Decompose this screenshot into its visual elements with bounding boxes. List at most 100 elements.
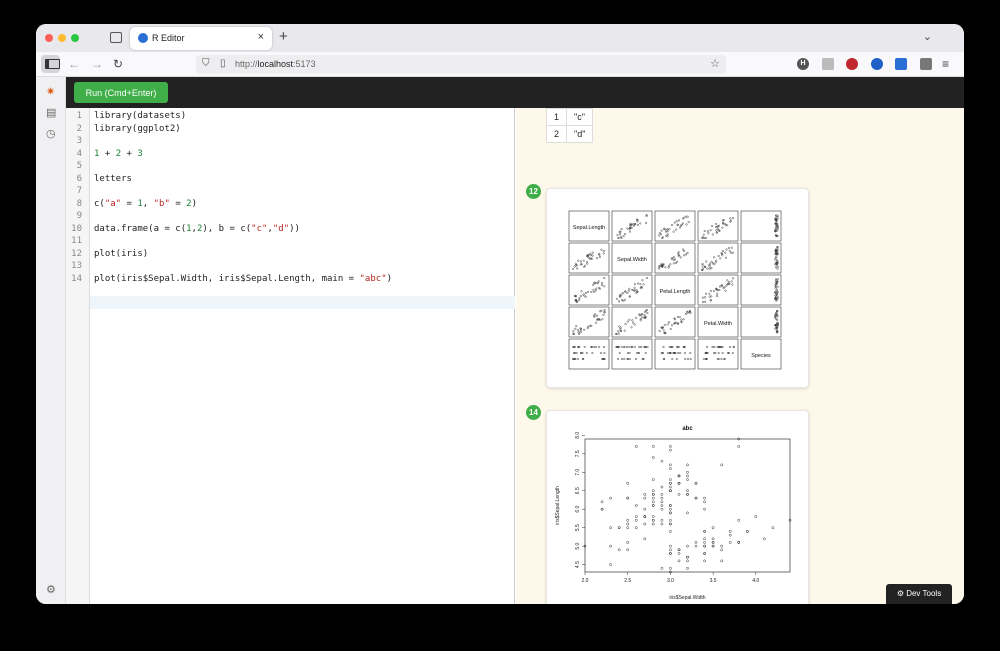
pairs-point — [617, 237, 620, 240]
scatter-point — [703, 500, 706, 504]
forward-arrow-icon[interactable]: → — [91, 57, 103, 71]
close-window-button[interactable] — [45, 34, 53, 42]
code-line[interactable]: c("a" = 1, "b" = 2) — [94, 199, 197, 211]
scatter-point — [634, 515, 638, 518]
address-bar[interactable]: ⛉ ▯ http://localhost:5173 ☆ — [196, 55, 726, 74]
activity-bar: ✷ ▤ ◷ ⚙ — [36, 77, 66, 604]
pairs-point — [677, 351, 680, 354]
menu-icon[interactable]: ≡ — [942, 57, 949, 71]
reader-icon[interactable] — [822, 58, 834, 70]
pairs-point — [709, 262, 712, 265]
pairs-point — [587, 290, 590, 293]
pairs-point — [701, 262, 704, 265]
scatter-point — [728, 530, 732, 533]
gear-icon[interactable]: ⚙ — [46, 583, 56, 596]
zoom-window-button[interactable] — [71, 34, 79, 42]
scatter-point — [703, 544, 706, 548]
pairs-point — [646, 345, 649, 348]
pairs-point — [639, 222, 642, 225]
account-h-icon[interactable]: H — [797, 58, 809, 70]
page-icon[interactable]: ▯ — [220, 58, 226, 69]
scatter-point — [651, 478, 655, 481]
pairs-point — [717, 254, 720, 257]
sidebar-toggle-button[interactable] — [41, 55, 60, 73]
scatter-point — [660, 566, 664, 570]
table-cell: 2 — [545, 125, 568, 143]
x-tick-label: 2.5 — [624, 578, 631, 584]
table-cell: "c" — [566, 108, 594, 126]
ublock-icon[interactable] — [846, 58, 858, 70]
scatter-point — [720, 544, 724, 548]
scatter-point — [634, 445, 638, 448]
pairs-point — [593, 290, 596, 293]
minimize-window-button[interactable] — [58, 34, 66, 42]
y-tick-label: 6.0 — [575, 506, 581, 513]
history-clock-icon[interactable]: ◷ — [46, 127, 56, 140]
pairs-point — [620, 357, 623, 360]
pairs-point — [645, 221, 648, 224]
output-panel[interactable]: 1 "c" 2 "d" 12 Sepal.Length Sepal.Width Petal… — [516, 108, 964, 604]
line-number: 4 — [76, 148, 82, 159]
pairs-point — [711, 262, 714, 265]
scatter-point — [651, 489, 655, 493]
scatter-point — [626, 496, 630, 500]
x-tick-label: 2.0 — [582, 578, 589, 584]
files-icon[interactable]: ▤ — [46, 106, 56, 119]
pairs-point — [586, 327, 589, 330]
pairs-point — [660, 229, 663, 232]
bookmark-star-icon[interactable]: ☆ — [710, 57, 720, 70]
y-tick-label: 5.5 — [575, 524, 581, 531]
scatter-point — [609, 563, 612, 566]
pairs-point — [644, 351, 647, 354]
extension-d-icon[interactable] — [871, 58, 883, 70]
url-text[interactable]: http://localhost:5173 — [235, 59, 316, 69]
pairs-point — [585, 351, 588, 354]
pairs-panel — [611, 274, 653, 306]
pairs-point — [578, 298, 581, 301]
pairs-point — [683, 351, 686, 354]
pairs-point — [574, 262, 577, 265]
pairs-point — [705, 260, 708, 263]
logo-icon[interactable]: ✷ — [46, 85, 55, 98]
scatter-point — [651, 456, 655, 459]
shield-icon[interactable]: ⛉ — [202, 58, 210, 69]
code-line[interactable]: library(ggplot2) — [94, 124, 181, 136]
run-button[interactable]: Run (Cmd+Enter) — [74, 82, 168, 103]
code-editor[interactable]: 1 2 3 4 5 6 7 8 9 10 11 12 13 14 library(datasets) lib… — [66, 108, 515, 604]
code-line[interactable]: data.frame(a = c(1,2), b = c("c","d")) — [94, 224, 300, 236]
code-line[interactable]: library(datasets) — [94, 111, 186, 123]
tab-r-editor[interactable]: R Editor × — [130, 27, 272, 50]
code-line[interactable]: plot(iris) — [94, 249, 148, 261]
tab-list-icon[interactable] — [110, 32, 122, 43]
pairs-panel — [654, 338, 696, 370]
dev-tools-button[interactable]: ⚙ Dev Tools — [886, 584, 952, 604]
pairs-diagonal-label: Sepal.Length — [573, 225, 605, 231]
tab-bar: R Editor × + ⌄ — [36, 24, 964, 52]
pairs-point — [724, 289, 727, 292]
new-tab-button[interactable]: + — [279, 28, 288, 45]
pairs-point — [684, 215, 687, 218]
code-line[interactable]: 1 + 2 + 3 — [94, 149, 143, 161]
scatter-point — [686, 493, 689, 496]
pairs-point — [776, 288, 779, 291]
extension-layers-icon[interactable] — [895, 58, 907, 70]
pairs-point — [689, 357, 692, 360]
pairs-point — [623, 329, 626, 332]
pairs-point — [600, 248, 603, 251]
code-line[interactable]: plot(iris$Sepal.Width, iris$Sepal.Length… — [94, 274, 392, 286]
back-arrow-icon[interactable]: ← — [68, 57, 80, 71]
pairs-point — [578, 332, 581, 335]
tab-close-icon[interactable]: × — [258, 31, 264, 43]
extensions-puzzle-icon[interactable] — [920, 58, 932, 70]
reload-icon[interactable]: ↻ — [113, 57, 123, 71]
pairs-point — [684, 357, 687, 360]
code-line[interactable]: letters — [94, 174, 132, 186]
chevron-down-icon[interactable]: ⌄ — [923, 30, 932, 43]
pairs-point — [706, 345, 709, 348]
pairs-point — [715, 294, 718, 297]
pairs-plot: Sepal.Length Sepal.Width Petal.Length Petal… — [568, 210, 782, 370]
scatter-point — [660, 504, 664, 507]
pairs-point — [658, 234, 661, 237]
pairs-point — [626, 227, 629, 230]
pairs-point — [673, 221, 676, 224]
